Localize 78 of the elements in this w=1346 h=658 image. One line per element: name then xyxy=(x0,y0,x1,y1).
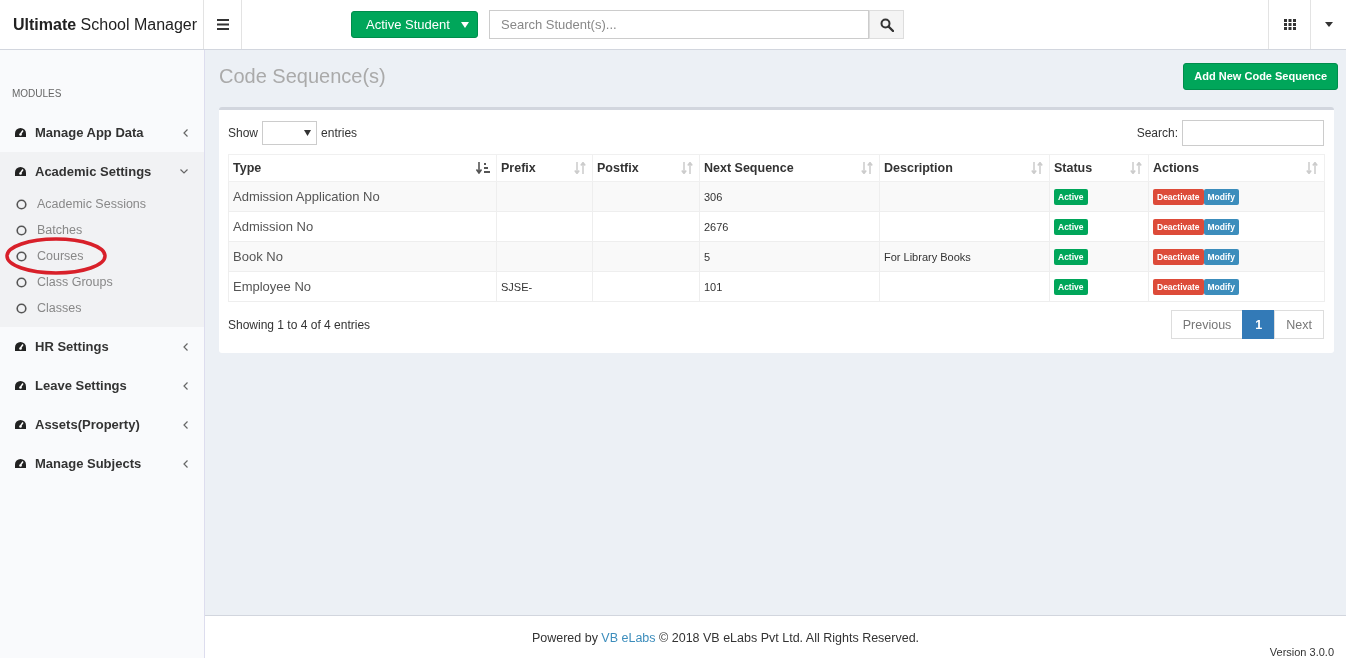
modify-button[interactable]: Modify xyxy=(1203,188,1239,205)
search-label: Search: xyxy=(1136,126,1178,140)
submenu-item[interactable]: Academic Sessions xyxy=(0,191,204,217)
status-label: Active xyxy=(1054,188,1088,205)
dashboard-icon xyxy=(14,127,27,138)
dashboard-icon xyxy=(14,419,27,430)
chevron-down-icon xyxy=(180,169,188,174)
app-title: Ultimate School Manager xyxy=(13,15,198,34)
column-header[interactable]: Prefix xyxy=(496,154,593,182)
sidebar-item[interactable]: Manage Subjects xyxy=(0,444,204,483)
column-header[interactable]: Status xyxy=(1049,154,1149,182)
column-header[interactable]: Type xyxy=(228,154,497,182)
circle-icon xyxy=(16,276,27,288)
sidebar-item[interactable]: Assets(Property) xyxy=(0,405,204,444)
caret-icon xyxy=(304,130,312,136)
table-cell: SJSE- xyxy=(496,271,593,302)
search-button[interactable] xyxy=(869,10,904,39)
chevron-left-icon xyxy=(183,128,188,137)
footer-link[interactable]: VB eLabs xyxy=(601,631,656,645)
deactivate-button[interactable]: Deactivate xyxy=(1153,278,1204,295)
modify-button[interactable]: Modify xyxy=(1203,278,1239,295)
page-title: Code Sequence(s) xyxy=(219,64,386,88)
dashboard-icon xyxy=(14,380,27,391)
column-header[interactable]: Postfix xyxy=(592,154,700,182)
table-cell: 2676 xyxy=(699,211,880,242)
status-label: Active xyxy=(1054,248,1088,265)
dashboard-icon xyxy=(14,166,27,177)
modify-button[interactable]: Modify xyxy=(1203,248,1239,265)
deactivate-button[interactable]: Deactivate xyxy=(1153,188,1204,205)
search-icon xyxy=(879,17,894,32)
add-code-sequence-button[interactable]: Add New Code Sequence xyxy=(1183,62,1338,90)
footer-text: Powered by VB eLabs © 2018 VB eLabs Pvt Ltd. All Rights Reserved. xyxy=(531,631,920,647)
show-label: Show xyxy=(228,126,259,140)
column-header[interactable]: Actions xyxy=(1148,154,1325,182)
sidebar-item[interactable]: Manage App Data xyxy=(0,113,204,152)
column-header[interactable]: Description xyxy=(879,154,1050,182)
table-info: Showing 1 to 4 of 4 entries xyxy=(228,317,371,332)
search-field[interactable]: Search Student(s)... xyxy=(489,10,869,39)
submenu-item[interactable]: Classes xyxy=(0,295,204,321)
submenu-item[interactable]: Batches xyxy=(0,217,204,243)
sidebar-item[interactable]: HR Settings xyxy=(0,327,204,366)
status-label: Active xyxy=(1054,278,1088,295)
pagination-link[interactable]: 1 xyxy=(1242,310,1276,339)
caret-icon xyxy=(461,21,469,28)
modify-button[interactable]: Modify xyxy=(1203,218,1239,235)
version-text: Version 3.0.0 xyxy=(1269,646,1334,658)
table-cell: 306 xyxy=(699,181,880,212)
pagination-link[interactable]: Previous xyxy=(1170,310,1244,339)
chevron-left-icon xyxy=(183,459,188,468)
table-cell: Admission Application No xyxy=(228,181,497,212)
status-label: Active xyxy=(1054,218,1088,235)
sidebar-item[interactable]: Academic Settings xyxy=(0,152,204,191)
circle-icon xyxy=(16,224,27,236)
column-header[interactable]: Next Sequence xyxy=(699,154,880,182)
deactivate-button[interactable]: Deactivate xyxy=(1153,248,1204,265)
submenu-item[interactable]: Class Groups xyxy=(0,269,204,295)
table-cell: Admission No xyxy=(228,211,497,242)
table-cell: Employee No xyxy=(228,271,497,302)
submenu-item[interactable]: Courses xyxy=(0,243,204,269)
table-search-field[interactable] xyxy=(1182,120,1324,146)
table-cell: Book No xyxy=(228,241,497,272)
circle-icon xyxy=(16,302,27,314)
dashboard-icon xyxy=(14,341,27,352)
circle-icon xyxy=(16,198,27,210)
entries-label: entries xyxy=(321,126,358,140)
chevron-left-icon xyxy=(183,381,188,390)
sidebar-heading: MODULES xyxy=(11,88,63,101)
table-cell: 5 xyxy=(699,241,880,272)
active-student-dropdown[interactable]: Active Student xyxy=(351,11,478,38)
dashboard-icon xyxy=(14,458,27,469)
chevron-left-icon xyxy=(183,420,188,429)
chevron-left-icon xyxy=(183,342,188,351)
pagination-link[interactable]: Next xyxy=(1274,310,1324,339)
table-cell: For Library Books xyxy=(879,241,1050,272)
sidebar-item[interactable]: Leave Settings xyxy=(0,366,204,405)
circle-icon xyxy=(16,250,27,262)
table-cell: 101 xyxy=(699,271,880,302)
deactivate-button[interactable]: Deactivate xyxy=(1153,218,1204,235)
